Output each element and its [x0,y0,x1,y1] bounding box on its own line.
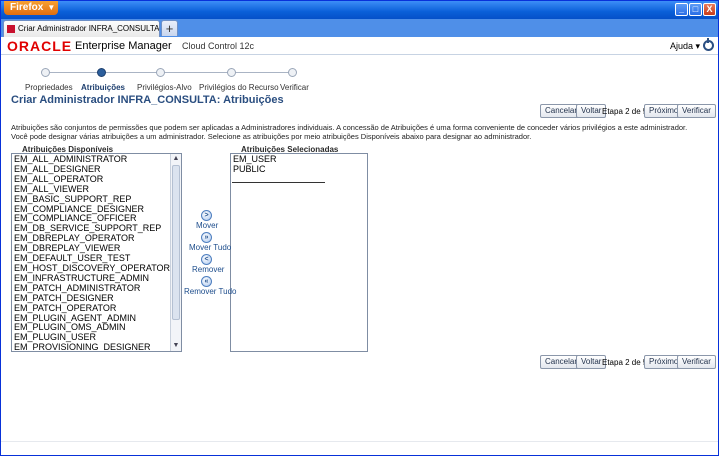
train-label-privilegios-alvo[interactable]: Privilégios-Alvo [137,83,192,92]
available-list-scrollbar[interactable]: ▲ ▼ [170,154,181,351]
move-icon[interactable]: > [201,210,212,221]
selected-role-item[interactable]: PUBLIC [231,164,367,175]
step-indicator: Etapa 2 de 5 [602,107,648,116]
chevron-down-icon: ▼ [47,3,56,12]
oracle-logo: ORACLE [7,38,73,54]
maximize-button[interactable]: □ [689,3,702,16]
tab-strip: Criar Administrador INFRA_CONSULTA: Atri… [1,19,718,37]
firefox-menu-button[interactable]: Firefox ▼ [4,1,58,15]
scroll-down-icon[interactable]: ▼ [171,341,181,351]
move-link[interactable]: Mover [196,221,218,230]
remove-all-icon[interactable]: « [201,276,212,287]
available-role-item[interactable]: EM_PROVISIONING_DESIGNER [12,342,181,351]
remove-link[interactable]: Remover [192,265,224,274]
verify-button[interactable]: Verificar [677,104,716,118]
selected-list-divider [232,182,325,183]
tab-title: Criar Administrador INFRA_CONSULTA: Atri… [18,24,160,33]
close-window-button[interactable]: X [703,3,716,16]
verify-button-bottom[interactable]: Verificar [677,355,716,369]
train-stop-atribuicoes [97,68,106,77]
page-title: Criar Administrador INFRA_CONSULTA: Atri… [11,94,284,106]
train-connector [45,72,293,73]
product-name: Enterprise Manager [75,40,172,52]
minimize-button[interactable]: _ [675,3,688,16]
train-label-atribuicoes: Atribuições [81,83,126,92]
scroll-up-icon[interactable]: ▲ [171,154,181,164]
scroll-thumb[interactable] [172,165,180,320]
browser-window: Firefox ▼ _ □ X Criar Administrador INFRA… [0,0,719,456]
remove-icon[interactable]: < [201,254,212,265]
product-edition: Cloud Control 12c [182,41,255,51]
firefox-menu-label: Firefox [10,2,44,13]
window-titlebar: Firefox ▼ _ □ X [1,1,718,19]
move-all-icon[interactable]: » [201,232,212,243]
train-label-privilegios-recurso[interactable]: Privilégios do Recurso [199,83,279,92]
train-label-propriedades[interactable]: Propriedades [25,83,73,92]
remove-all-link[interactable]: Remover Tudo [184,287,236,296]
available-role-item[interactable]: EM_PATCH_OPERATOR [12,303,181,314]
footer-divider [1,441,718,442]
page-description: Atribuições são conjuntos de permissões … [11,123,688,141]
new-tab-button[interactable]: + [161,20,178,36]
train-stop-privilegios-recurso[interactable] [227,68,236,77]
step-indicator-bottom: Etapa 2 de 5 [602,358,648,367]
train-stop-privilegios-alvo[interactable] [156,68,165,77]
train-stop-verificar[interactable] [288,68,297,77]
help-menu[interactable]: Ajuda ▾ [670,41,700,52]
train-stop-propriedades[interactable] [41,68,50,77]
move-all-link[interactable]: Mover Tudo [189,243,231,252]
train-label-verificar[interactable]: Verificar [280,83,309,92]
em-header: ORACLE Enterprise Manager Cloud Control … [1,37,718,55]
browser-tab[interactable]: Criar Administrador INFRA_CONSULTA: Atri… [3,20,160,37]
oracle-favicon-icon [7,25,15,33]
available-roles-list[interactable]: EM_ALL_ADMINISTRATOR EM_ALL_DESIGNER EM_AL… [11,153,182,352]
power-icon[interactable] [703,38,714,51]
